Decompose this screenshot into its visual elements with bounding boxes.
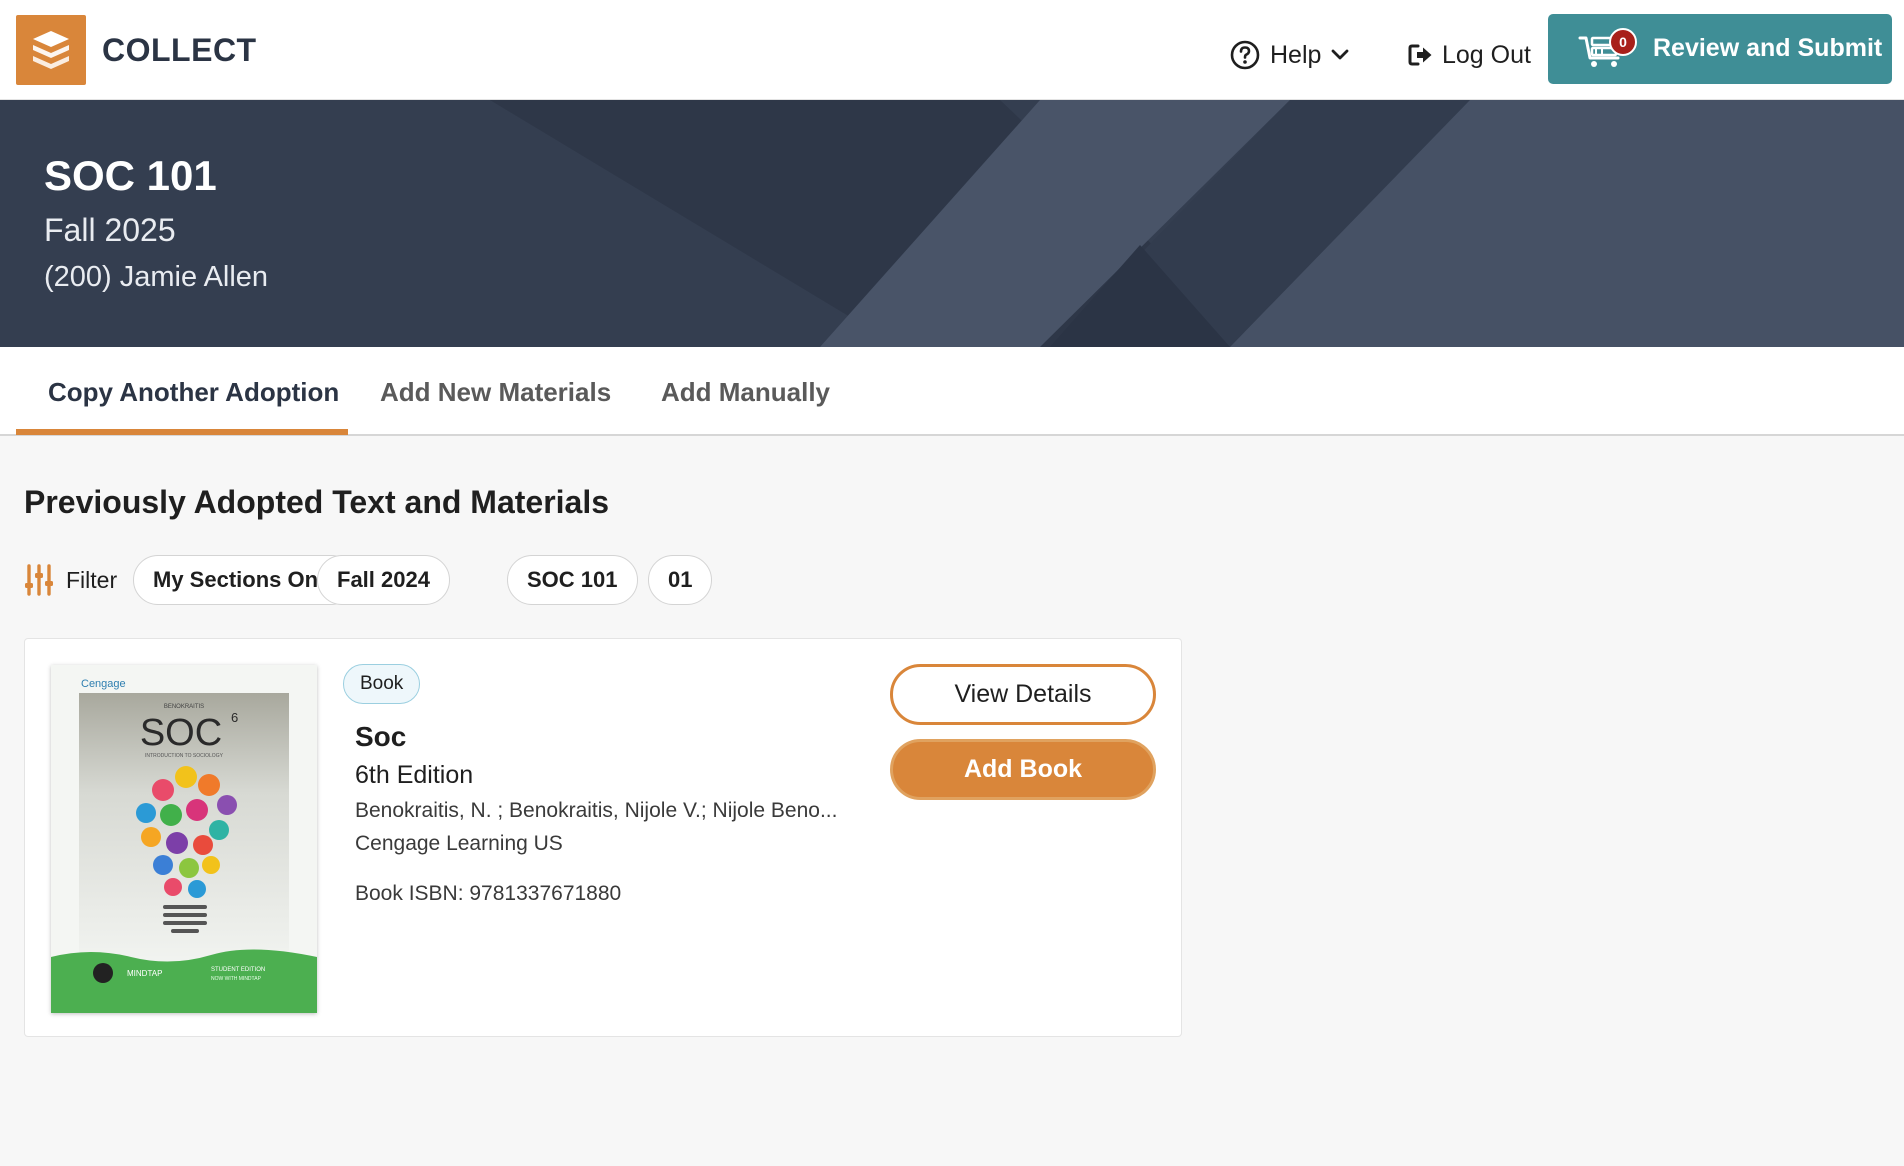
svg-text:INTRODUCTION TO SOCIOLOGY: INTRODUCTION TO SOCIOLOGY bbox=[145, 753, 224, 759]
svg-text:SOC: SOC bbox=[140, 712, 222, 754]
book-authors: Benokraitis, N. ; Benokraitis, Nijole V.… bbox=[355, 799, 838, 822]
banner-background bbox=[0, 100, 1904, 347]
logout-label: Log Out bbox=[1442, 40, 1531, 69]
filter-label: Filter bbox=[66, 566, 118, 593]
app-title: COLLECT bbox=[102, 32, 257, 68]
svg-text:STUDENT EDITION: STUDENT EDITION bbox=[211, 967, 265, 973]
view-details-button[interactable]: View Details bbox=[890, 664, 1156, 725]
add-book-button[interactable]: Add Book bbox=[890, 739, 1156, 800]
svg-text:NOW WITH MINDTAP: NOW WITH MINDTAP bbox=[211, 976, 262, 982]
course-instructor: (200) Jamie Allen bbox=[44, 261, 269, 293]
logout-button[interactable]: Log Out bbox=[1408, 38, 1531, 72]
sliders-icon bbox=[25, 564, 53, 596]
svg-text:MINDTAP: MINDTAP bbox=[127, 969, 162, 978]
chevron-down-icon bbox=[1332, 49, 1349, 60]
course-term: Fall 2025 bbox=[44, 212, 176, 248]
filter-chip-term[interactable]: Fall 2024 bbox=[317, 555, 450, 605]
active-tab-indicator bbox=[16, 429, 348, 435]
book-title: Soc bbox=[355, 721, 407, 752]
sign-out-icon bbox=[1408, 44, 1432, 66]
section-title: Previously Adopted Text and Materials bbox=[24, 484, 610, 520]
svg-text:6: 6 bbox=[231, 710, 238, 725]
svg-text:Cengage: Cengage bbox=[81, 678, 126, 690]
tab-add-manually[interactable]: Add Manually bbox=[661, 377, 830, 408]
material-type-badge: Book bbox=[343, 664, 421, 704]
material-card: Cengage BENOKRAITIS SOC 6 INTRODUCTION T… bbox=[24, 638, 1182, 1037]
book-publisher: Cengage Learning US bbox=[355, 832, 563, 855]
adoption-tabs: Copy Another Adoption Add New Materials … bbox=[0, 347, 1904, 436]
cart-count-badge: 0 bbox=[1609, 28, 1637, 56]
help-label: Help bbox=[1270, 40, 1322, 69]
svg-text:BENOKRAITIS: BENOKRAITIS bbox=[164, 704, 204, 710]
help-menu[interactable]: Help bbox=[1230, 38, 1349, 72]
book-edition: 6th Edition bbox=[355, 761, 474, 789]
top-bar: COLLECT Help Log Out 0 Review and Submit bbox=[0, 0, 1904, 100]
review-and-submit-button[interactable]: 0 Review and Submit bbox=[1548, 14, 1892, 84]
question-circle-icon bbox=[1230, 40, 1260, 70]
filter-chip-course[interactable]: SOC 101 bbox=[507, 555, 638, 605]
book-cover-image[interactable]: Cengage BENOKRAITIS SOC 6 INTRODUCTION T… bbox=[51, 665, 317, 1013]
filter-chip-section[interactable]: 01 bbox=[648, 555, 713, 605]
tab-copy-another-adoption[interactable]: Copy Another Adoption bbox=[48, 377, 339, 408]
filter-button[interactable]: Filter bbox=[24, 555, 117, 605]
review-and-submit-label: Review and Submit bbox=[1653, 34, 1883, 62]
book-isbn: Book ISBN: 9781337671880 bbox=[355, 882, 622, 905]
course-code: SOC 101 bbox=[44, 152, 217, 199]
collect-logo[interactable] bbox=[16, 15, 86, 85]
stacked-books-icon bbox=[33, 31, 69, 69]
course-banner: SOC 101 Fall 2025 (200) Jamie Allen bbox=[0, 100, 1904, 347]
tab-add-new-materials[interactable]: Add New Materials bbox=[380, 377, 611, 408]
